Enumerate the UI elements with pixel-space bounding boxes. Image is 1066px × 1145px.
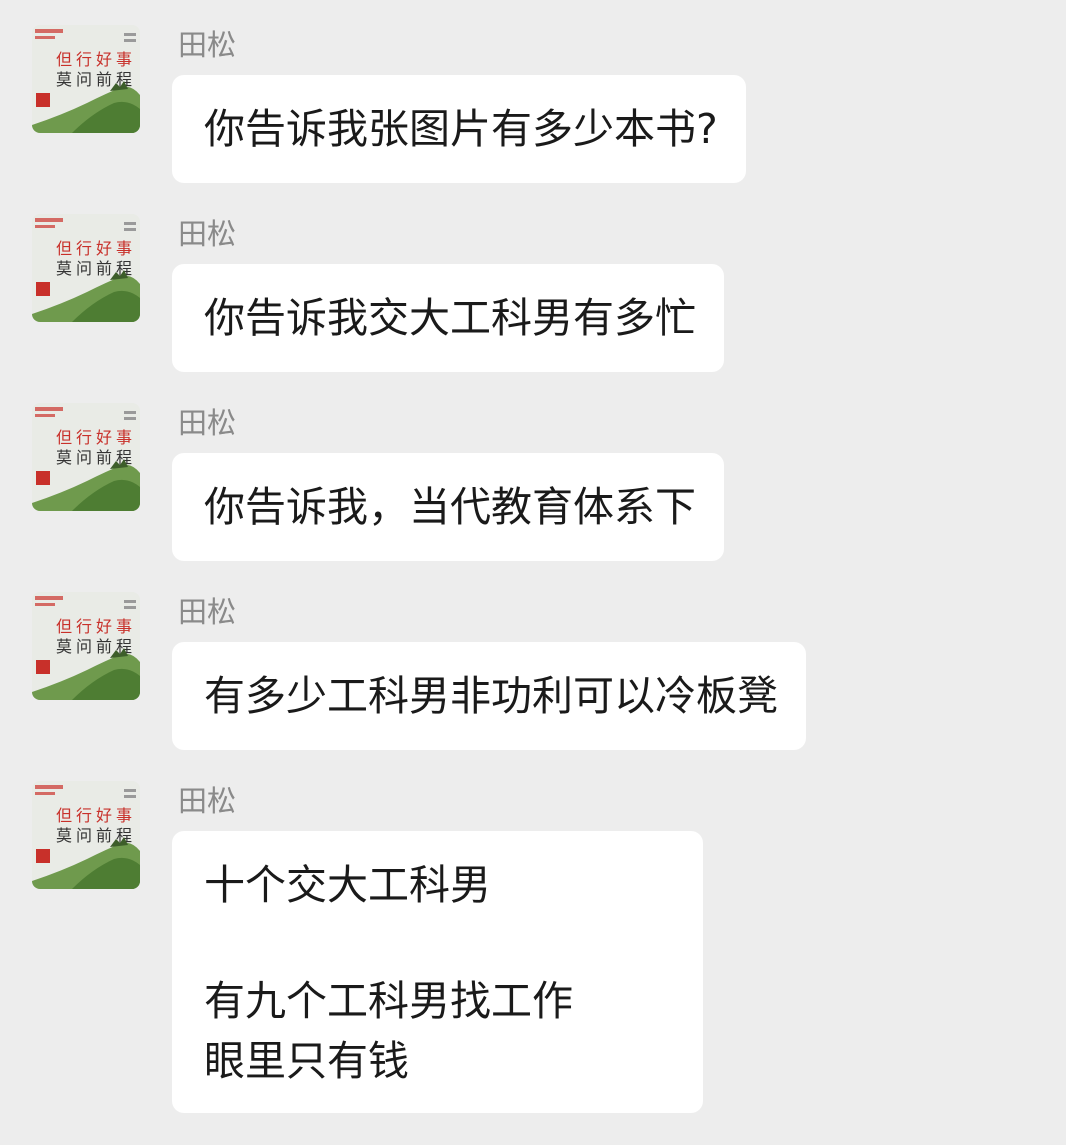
avatar-image: 但行好事 莫问前程 [32,403,140,511]
avatar-image: 但行好事 莫问前程 [32,781,140,889]
avatar[interactable]: 但行好事 莫问前程 [32,781,140,889]
message-text: 有多少工科男非功利可以冷板凳 [204,672,778,720]
message-text: 你告诉我张图片有多少本书? [204,105,718,153]
message-bubble[interactable]: 有多少工科男非功利可以冷板凳 [172,642,806,750]
svg-text:但行好事: 但行好事 [56,428,136,447]
svg-text:但行好事: 但行好事 [56,50,136,69]
avatar[interactable]: 但行好事 莫问前程 [32,214,140,322]
avatar[interactable]: 但行好事 莫问前程 [32,25,140,133]
sender-name: 田松 [178,595,237,629]
message-bubble[interactable]: 你告诉我，当代教育体系下 [172,453,724,561]
avatar-image: 但行好事 莫问前程 [32,214,140,322]
avatar-image: 但行好事 莫问前程 [32,25,140,133]
svg-text:但行好事: 但行好事 [56,239,136,258]
message-text: 你告诉我交大工科男有多忙 [204,294,696,342]
sender-name: 田松 [178,217,237,251]
message-bubble[interactable]: 十个交大工科男 有九个工科男找工作 眼里只有钱 [172,831,703,1113]
sender-name: 田松 [178,784,237,818]
message-text: 十个交大工科男 [204,861,491,909]
svg-text:但行好事: 但行好事 [56,806,136,825]
sender-name: 田松 [178,406,237,440]
avatar[interactable]: 但行好事 莫问前程 [32,403,140,511]
avatar-image: 但行好事 莫问前程 [32,592,140,700]
message-text: 有九个工科男找工作 [204,977,573,1025]
avatar[interactable]: 但行好事 莫问前程 [32,592,140,700]
message-bubble[interactable]: 你告诉我张图片有多少本书? [172,75,746,183]
message-text: 眼里只有钱 [204,1037,409,1085]
svg-text:但行好事: 但行好事 [56,617,136,636]
message-bubble[interactable]: 你告诉我交大工科男有多忙 [172,264,724,372]
message-text: 你告诉我，当代教育体系下 [204,483,696,531]
sender-name: 田松 [178,28,237,62]
